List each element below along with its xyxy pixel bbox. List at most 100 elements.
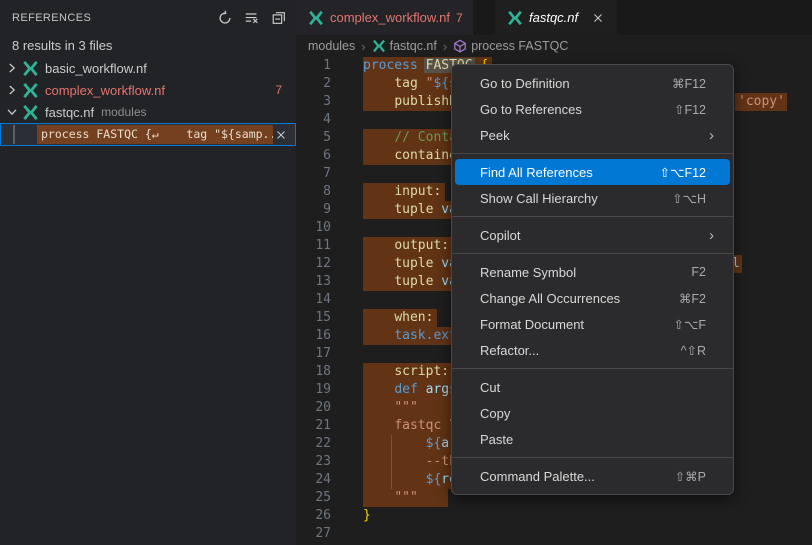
- code-text: ${re: [363, 471, 457, 489]
- menu-item-label: Show Call Hierarchy: [480, 191, 672, 206]
- line-number: 2: [296, 75, 331, 93]
- menu-item-refactor[interactable]: Refactor...^⇧R: [455, 337, 730, 363]
- clear-all-button[interactable]: [243, 9, 261, 27]
- tab-label: complex_workflow.nf: [330, 10, 450, 25]
- refresh-button[interactable]: [216, 9, 234, 27]
- line-number: 7: [296, 165, 331, 183]
- line-number: 13: [296, 273, 331, 291]
- tab-label: fastqc.nf: [529, 10, 578, 25]
- menu-item-label: Change All Occurrences: [480, 291, 679, 306]
- menu-item-label: Go to Definition: [480, 76, 672, 91]
- results-summary: 8 results in 3 files: [0, 36, 296, 59]
- code-text: tuple va: [363, 255, 457, 273]
- chevron-right-icon[interactable]: [4, 60, 20, 76]
- chevron-right-icon: [4, 60, 20, 76]
- code-text: fastqc \: [363, 417, 457, 435]
- code-text: // Conta: [363, 129, 457, 147]
- menu-item-copilot[interactable]: Copilot›: [455, 222, 730, 248]
- menu-item-find-all-references[interactable]: Find All References⇧⌥F12: [455, 159, 730, 185]
- menu-separator: [452, 153, 733, 154]
- line-number: 24: [296, 471, 331, 489]
- tab-complex-workflow[interactable]: complex_workflow.nf 7: [296, 0, 473, 35]
- close-icon: [274, 128, 288, 142]
- menu-item-label: Refactor...: [480, 343, 681, 358]
- folder-label: modules: [101, 105, 146, 119]
- breadcrumb-item-modules[interactable]: modules: [308, 39, 355, 53]
- line-number: 19: [296, 381, 331, 399]
- line-number: 15: [296, 309, 331, 327]
- line-number: 23: [296, 453, 331, 471]
- menu-item-show-call-hierarchy[interactable]: Show Call Hierarchy⇧⌥H: [455, 185, 730, 211]
- code-text: tuple va: [363, 273, 457, 291]
- file-row-complex-workflow-nf[interactable]: complex_workflow.nf7: [0, 79, 296, 101]
- reference-result-row[interactable]: process FASTQC {↵ tag "${samp...: [0, 123, 296, 146]
- line-number: 5: [296, 129, 331, 147]
- menu-separator: [452, 253, 733, 254]
- line-number: 22: [296, 435, 331, 453]
- breadcrumb-item-fastqc-nf[interactable]: fastqc.nf: [372, 39, 437, 53]
- menu-item-command-palette[interactable]: Command Palette...⇧⌘P: [455, 463, 730, 489]
- menu-item-paste[interactable]: Paste: [455, 426, 730, 452]
- code-text: input:: [363, 183, 441, 201]
- menu-item-rename-symbol[interactable]: Rename SymbolF2: [455, 259, 730, 285]
- code-text: """: [363, 489, 418, 507]
- result-text[interactable]: process FASTQC {↵ tag "${samp...: [37, 125, 273, 144]
- nextflow-icon: [22, 60, 39, 77]
- menu-shortcut: F2: [691, 265, 706, 279]
- code-line-26[interactable]: 26}: [296, 507, 812, 525]
- chevron-down-icon[interactable]: [4, 104, 20, 120]
- menu-shortcut: ⇧⌘P: [675, 469, 706, 484]
- menu-item-change-all-occurrences[interactable]: Change All Occurrences⌘F2: [455, 285, 730, 311]
- line-number: 10: [296, 219, 331, 237]
- line-number: 4: [296, 111, 331, 129]
- menu-item-label: Go to References: [480, 102, 674, 117]
- tree-indent-guide: [13, 125, 15, 144]
- menu-item-cut[interactable]: Cut: [455, 374, 730, 400]
- menu-item-go-to-definition[interactable]: Go to Definition⌘F12: [455, 70, 730, 96]
- file-row-basic-workflow-nf[interactable]: basic_workflow.nf: [0, 57, 296, 79]
- breadcrumb-label: fastqc.nf: [390, 39, 437, 53]
- line-number: 9: [296, 201, 331, 219]
- line-number: 3: [296, 93, 331, 111]
- panel-title: REFERENCES: [12, 12, 216, 24]
- menu-item-copy[interactable]: Copy: [455, 400, 730, 426]
- nextflow-icon: [308, 10, 324, 26]
- file-name: fastqc.nf: [45, 105, 94, 120]
- breadcrumb-item-process-fastqc[interactable]: process FASTQC: [453, 39, 568, 53]
- menu-shortcut: ⌘F12: [672, 76, 706, 91]
- menu-shortcut: ⇧⌥H: [672, 191, 706, 206]
- code-text: --th: [363, 453, 457, 471]
- line-number: 17: [296, 345, 331, 363]
- menu-separator: [452, 457, 733, 458]
- chevron-right-icon: [4, 82, 20, 98]
- breadcrumb-separator: ›: [443, 39, 447, 54]
- menu-separator: [452, 368, 733, 369]
- file-name: basic_workflow.nf: [45, 61, 147, 76]
- breadcrumb-separator: ›: [361, 39, 365, 54]
- breadcrumb-label: modules: [308, 39, 355, 53]
- menu-item-peek[interactable]: Peek›: [455, 122, 730, 148]
- nextflow-icon: [22, 82, 39, 99]
- menu-item-label: Command Palette...: [480, 469, 675, 484]
- line-number: 27: [296, 525, 331, 543]
- close-icon[interactable]: [590, 10, 606, 26]
- nextflow-icon: [308, 10, 324, 26]
- file-row-fastqc-nf[interactable]: fastqc.nf modules: [0, 101, 296, 123]
- tab-bar: complex_workflow.nf 7 fastqc.nf: [296, 0, 812, 35]
- menu-item-go-to-references[interactable]: Go to References⇧F12: [455, 96, 730, 122]
- menu-item-format-document[interactable]: Format Document⇧⌥F: [455, 311, 730, 337]
- code-text: }: [363, 507, 371, 525]
- line-number: 16: [296, 327, 331, 345]
- code-line-27[interactable]: 27: [296, 525, 812, 543]
- panel-toolbar: [216, 9, 288, 27]
- menu-item-label: Copy: [480, 406, 706, 421]
- dismiss-result-icon[interactable]: [274, 128, 288, 142]
- chevron-right-icon[interactable]: [4, 82, 20, 98]
- submenu-arrow-icon: ›: [709, 227, 714, 244]
- chevron-down-icon: [4, 104, 20, 120]
- code-text: tuple va: [363, 201, 457, 219]
- tab-fastqc[interactable]: fastqc.nf: [495, 0, 617, 35]
- code-fragment: 'copy': [735, 93, 787, 111]
- result-count-badge: 7: [275, 83, 282, 97]
- collapse-all-button[interactable]: [270, 9, 288, 27]
